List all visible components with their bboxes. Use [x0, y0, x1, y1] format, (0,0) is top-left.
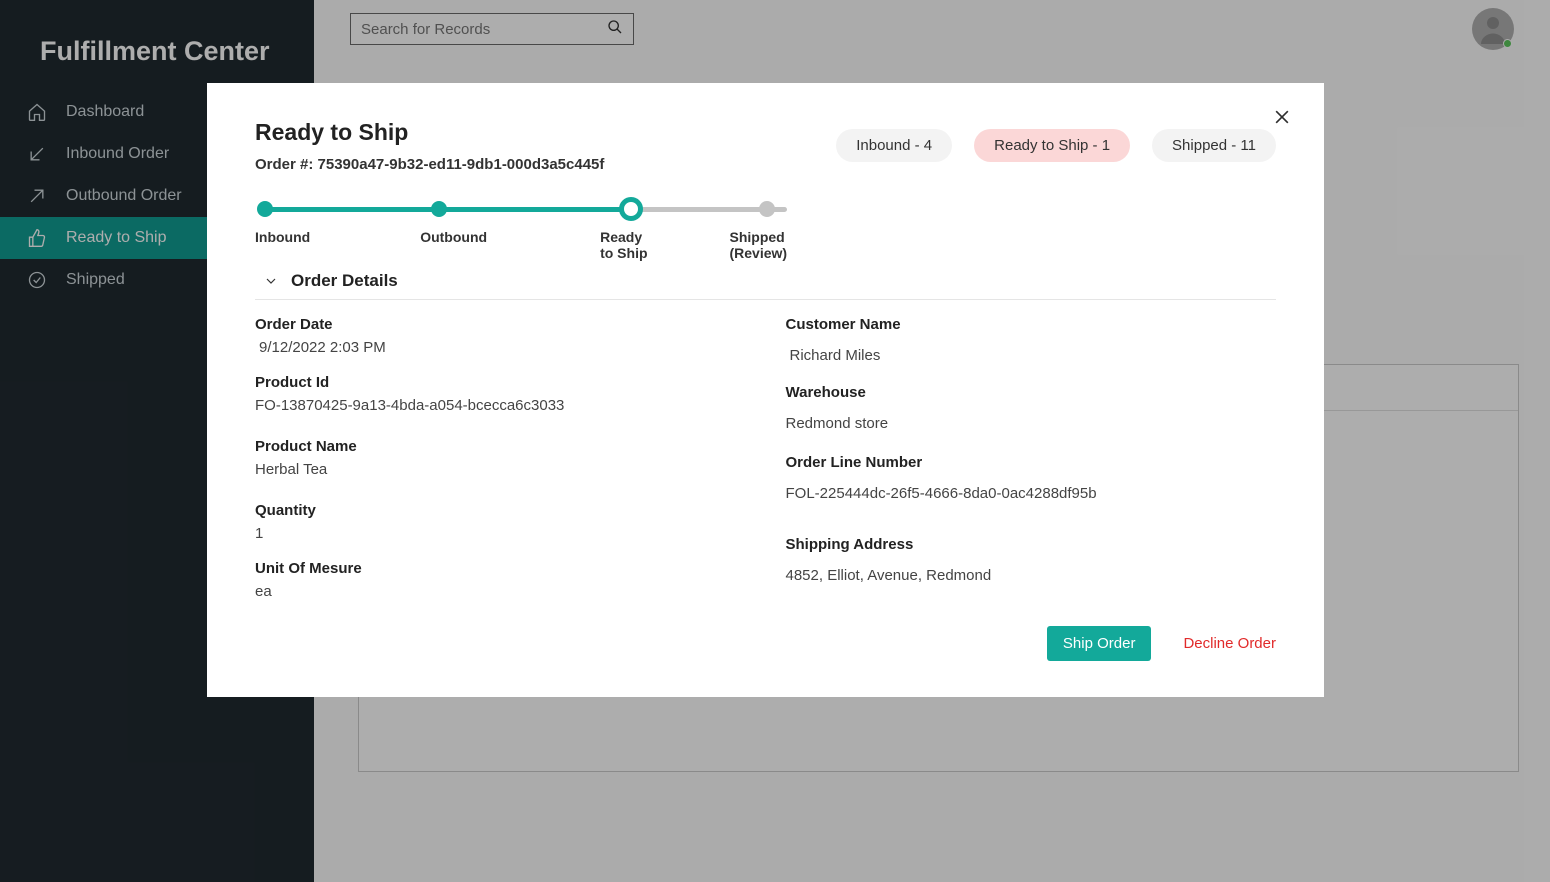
label-customer: Customer Name: [786, 316, 1277, 333]
label-uom: Unit Of Mesure: [255, 560, 746, 577]
decline-order-button[interactable]: Decline Order: [1183, 635, 1276, 652]
order-number: Order #: 75390a47-9b32-ed11-9db1-000d3a5…: [255, 156, 604, 173]
section-order-details-toggle[interactable]: Order Details: [255, 271, 1276, 300]
progress-node-inbound: [257, 201, 273, 217]
progress-label: Shipped (Review): [729, 229, 795, 261]
label-order-date: Order Date: [255, 316, 746, 333]
progress-node-ready: [619, 197, 643, 221]
order-detail-modal: Ready to Ship Order #: 75390a47-9b32-ed1…: [207, 83, 1324, 697]
progress-label: Outbound: [420, 229, 487, 261]
value-ship-addr: 4852, Elliot, Avenue, Redmond: [786, 567, 1277, 584]
value-order-date: 9/12/2022 2:03 PM: [255, 339, 746, 356]
progress-tracker: Inbound Outbound Ready to Ship Shipped (…: [255, 201, 795, 251]
value-quantity: 1: [255, 525, 746, 542]
label-quantity: Quantity: [255, 502, 746, 519]
chevron-down-icon: [263, 273, 279, 289]
close-button[interactable]: [1268, 103, 1296, 136]
label-product-id: Product Id: [255, 374, 746, 391]
progress-label: Ready to Ship: [600, 229, 652, 261]
value-product-id: FO-13870425-9a13-4bda-a054-bcecca6c3033: [255, 397, 746, 414]
pill-inbound[interactable]: Inbound - 4: [836, 129, 952, 162]
value-customer: Richard Miles: [786, 347, 1277, 364]
value-warehouse: Redmond store: [786, 415, 1277, 432]
value-uom: ea: [255, 583, 746, 600]
pill-ready-to-ship[interactable]: Ready to Ship - 1: [974, 129, 1130, 162]
progress-node-outbound: [431, 201, 447, 217]
modal-title: Ready to Ship: [255, 119, 604, 146]
label-ship-addr: Shipping Address: [786, 536, 1277, 553]
label-line-no: Order Line Number: [786, 454, 1277, 471]
label-product-name: Product Name: [255, 438, 746, 455]
value-product-name: Herbal Tea: [255, 461, 746, 478]
pill-shipped[interactable]: Shipped - 11: [1152, 129, 1276, 162]
progress-node-shipped: [759, 201, 775, 217]
ship-order-button[interactable]: Ship Order: [1047, 626, 1152, 661]
value-line-no: FOL-225444dc-26f5-4666-8da0-0ac4288df95b: [786, 485, 1277, 502]
progress-label: Inbound: [255, 229, 310, 261]
label-warehouse: Warehouse: [786, 384, 1277, 401]
